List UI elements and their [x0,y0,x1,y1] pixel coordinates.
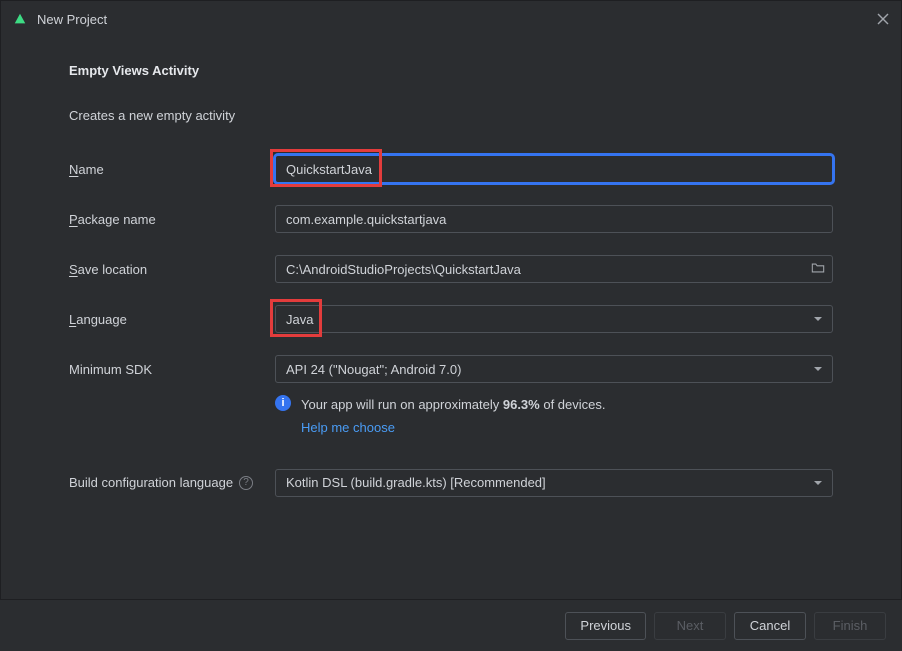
page-heading: Empty Views Activity [69,63,833,78]
package-label: Package name [69,212,275,227]
page-subtitle: Creates a new empty activity [69,108,833,123]
minimum-sdk-label: Minimum SDK [69,362,275,377]
minimum-sdk-value: API 24 ("Nougat"; Android 7.0) [286,362,461,377]
name-input[interactable] [275,155,833,183]
window-title: New Project [37,12,107,27]
language-select[interactable]: Java [275,305,833,333]
save-location-label: Save location [69,262,275,277]
info-icon: i [275,395,291,411]
help-me-choose-link[interactable]: Help me choose [301,418,395,439]
android-studio-icon [13,12,27,26]
cancel-button[interactable]: Cancel [734,612,806,640]
save-location-input[interactable] [275,255,833,283]
name-label: Name [69,162,275,177]
minimum-sdk-select[interactable]: API 24 ("Nougat"; Android 7.0) [275,355,833,383]
package-input[interactable] [275,205,833,233]
close-icon[interactable] [877,13,889,25]
language-value: Java [286,312,313,327]
help-icon[interactable]: ? [239,476,253,490]
next-button: Next [654,612,726,640]
build-config-label: Build configuration language ? [69,475,275,490]
folder-icon[interactable] [811,261,825,275]
build-config-select[interactable]: Kotlin DSL (build.gradle.kts) [Recommend… [275,469,833,497]
sdk-info-text: Your app will run on approximately 96.3%… [301,395,606,439]
finish-button: Finish [814,612,886,640]
build-config-value: Kotlin DSL (build.gradle.kts) [Recommend… [286,475,546,490]
chevron-down-icon [814,317,822,321]
chevron-down-icon [814,367,822,371]
chevron-down-icon [814,481,822,485]
language-label: Language [69,312,275,327]
previous-button[interactable]: Previous [565,612,646,640]
